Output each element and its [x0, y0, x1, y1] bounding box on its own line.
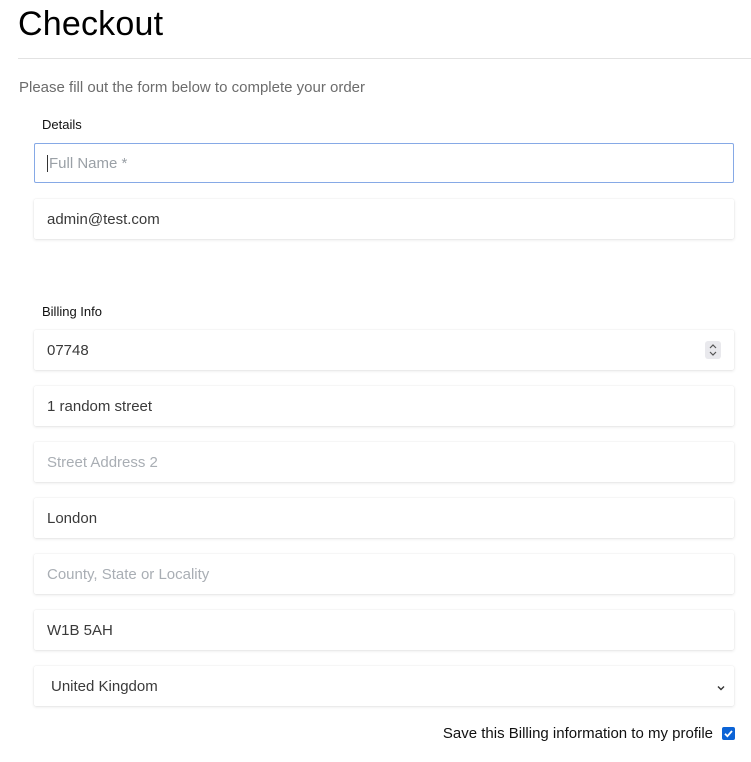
- page-subtitle: Please fill out the form below to comple…: [19, 79, 366, 96]
- city-input[interactable]: London: [34, 498, 734, 538]
- street-address-2-input[interactable]: Street Address 2: [34, 442, 734, 482]
- chevron-down-icon: [716, 680, 726, 697]
- street-address-1-value: 1 random street: [47, 397, 153, 415]
- billing-section-label: Billing Info: [42, 304, 102, 319]
- country-selected-value: United Kingdom: [51, 677, 158, 695]
- street-address-1-input[interactable]: 1 random street: [34, 386, 734, 426]
- email-value: admin@test.com: [47, 210, 160, 228]
- checkout-page: Checkout Please fill out the form below …: [0, 0, 751, 762]
- postcode-value: W1B 5AH: [47, 621, 113, 639]
- county-placeholder: County, State or Locality: [47, 565, 210, 583]
- country-select[interactable]: United Kingdom: [34, 666, 734, 706]
- text-caret: [47, 154, 48, 172]
- full-name-placeholder: Full Name *: [49, 154, 128, 172]
- full-name-input[interactable]: Full Name *: [34, 143, 734, 183]
- county-input[interactable]: County, State or Locality: [34, 554, 734, 594]
- email-input[interactable]: admin@test.com: [34, 199, 734, 239]
- postcode-input[interactable]: W1B 5AH: [34, 610, 734, 650]
- details-section-label: Details: [42, 117, 82, 132]
- billing-number-value: 07748: [47, 341, 89, 359]
- save-billing-row: Save this Billing information to my prof…: [443, 725, 735, 742]
- billing-number-input[interactable]: 07748: [34, 330, 734, 370]
- page-title: Checkout: [18, 5, 164, 43]
- street-address-2-placeholder: Street Address 2: [47, 453, 158, 471]
- checkmark-icon: [724, 730, 733, 738]
- city-value: London: [47, 509, 98, 527]
- save-billing-checkbox[interactable]: [722, 727, 735, 740]
- save-billing-label[interactable]: Save this Billing information to my prof…: [443, 725, 713, 742]
- spinner-arrows-icon[interactable]: [705, 341, 721, 359]
- title-divider: [18, 58, 751, 59]
